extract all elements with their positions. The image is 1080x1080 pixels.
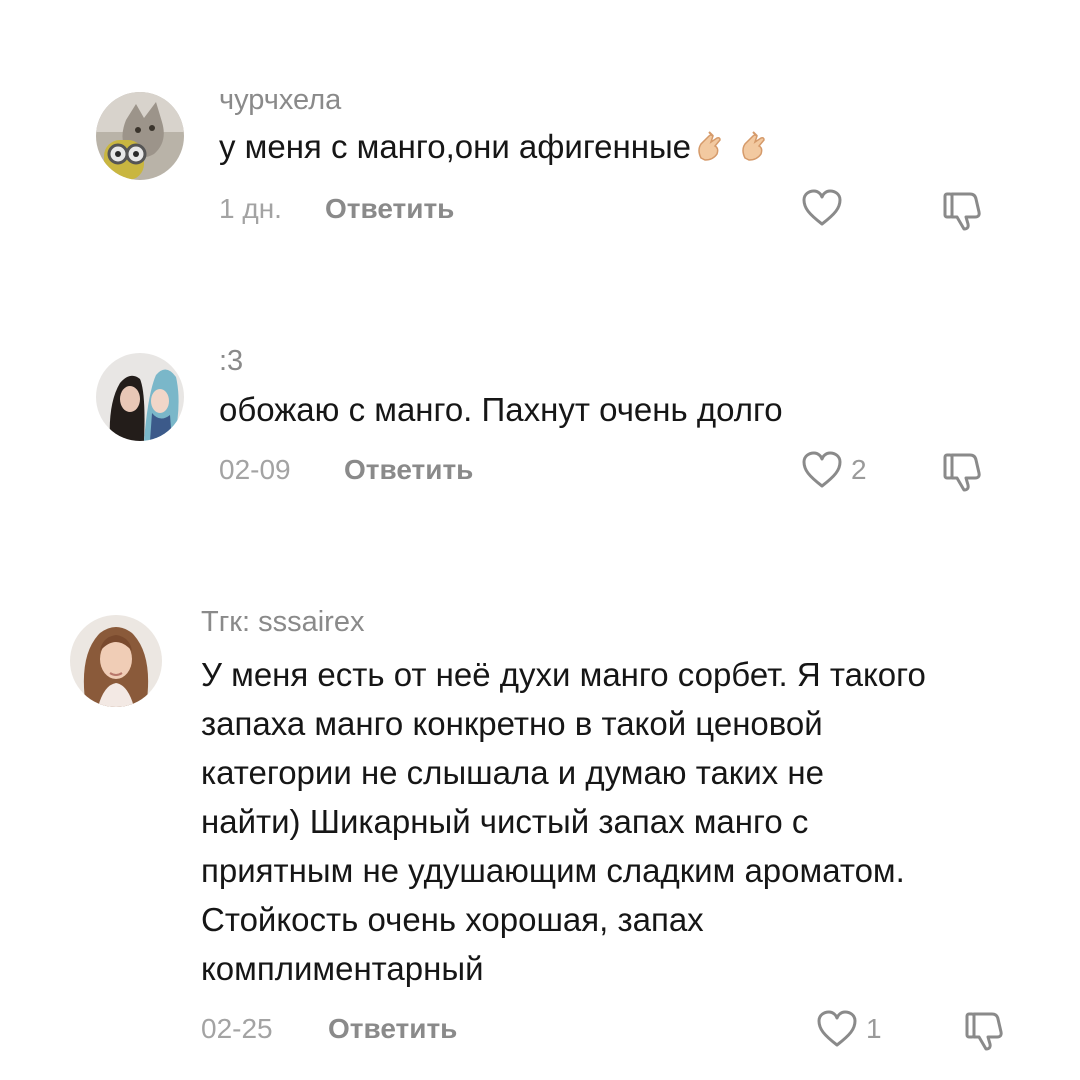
comment-text-body: у меня с манго,они афигенные	[219, 128, 692, 165]
comment-text-line: У меня есть от неё духи манго сорбет. Я …	[201, 656, 926, 693]
like-button[interactable]	[801, 188, 851, 228]
reply-button[interactable]: Ответить	[325, 193, 454, 225]
comment-text-line: найти) Шикарный чистый запах манго с	[201, 803, 809, 840]
thumbs-down-icon	[965, 1012, 1003, 1051]
comment-time: 02-25	[201, 1013, 273, 1044]
comment-text-line: Стойкость очень хорошая, запах	[201, 901, 704, 938]
reply-button[interactable]: Ответить	[328, 1013, 457, 1045]
like-button[interactable]: 2	[801, 450, 867, 490]
comment-text: обожаю с манго. Пахнут очень долго	[219, 391, 783, 428]
heart-icon	[802, 451, 842, 488]
comment-text: У меня есть от неё духи манго сорбет. Я …	[201, 650, 1041, 993]
reply-button[interactable]: Ответить	[344, 454, 473, 486]
username[interactable]: чурчхела	[219, 84, 341, 117]
comment-text-line: приятным не удушающим сладким ароматом.	[201, 852, 905, 889]
like-button[interactable]: 1	[816, 1009, 882, 1049]
heart-icon	[817, 1010, 857, 1047]
like-count: 1	[866, 1013, 882, 1044]
finger-heart-icon	[739, 126, 769, 175]
heart-icon	[802, 189, 842, 226]
thumbs-down-icon	[943, 453, 981, 492]
dislike-button[interactable]	[942, 451, 986, 498]
comment-text: у меня с манго,они афигенные	[219, 122, 769, 175]
avatar[interactable]	[96, 92, 184, 180]
avatar[interactable]	[96, 353, 184, 441]
comment-time: 02-09	[219, 454, 291, 485]
dislike-button[interactable]	[942, 190, 986, 237]
username[interactable]: :3	[219, 345, 243, 378]
avatar[interactable]	[70, 615, 162, 707]
username[interactable]: Тгк: sssairex	[201, 606, 364, 639]
like-count: 2	[851, 454, 867, 485]
comment-text-line: категории не слышала и думаю таких не	[201, 754, 824, 791]
finger-heart-icon	[695, 126, 725, 175]
comment-time: 1 дн.	[219, 193, 282, 224]
dislike-button[interactable]	[964, 1010, 1008, 1057]
comment-text-line: комплиментарный	[201, 950, 484, 987]
thumbs-down-icon	[943, 192, 981, 231]
comment-text-line: запаха манго конкретно в такой ценовой	[201, 705, 823, 742]
